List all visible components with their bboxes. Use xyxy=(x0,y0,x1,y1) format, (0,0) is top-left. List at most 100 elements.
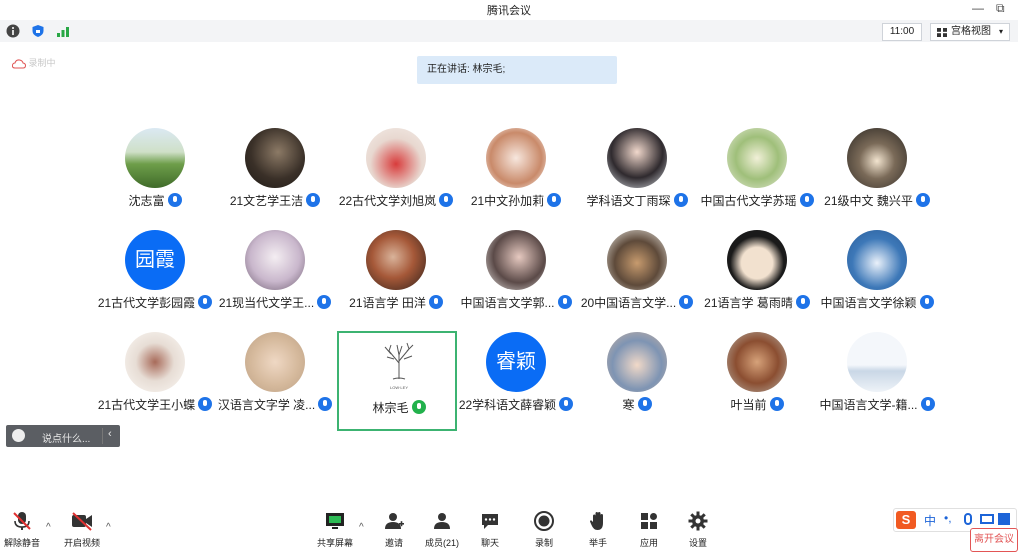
avatar xyxy=(847,332,907,392)
participant-name: 林宗毛 xyxy=(339,399,459,416)
unmute-button[interactable]: 解除静音 xyxy=(0,510,52,549)
participant-name-text: 22学科语文薛睿颖 xyxy=(458,398,557,412)
mic-icon xyxy=(317,295,332,309)
avatar: LOW·LEY xyxy=(369,335,429,395)
view-mode-label: 宫格视图 xyxy=(951,26,991,37)
collapse-chat-button[interactable]: ‹ xyxy=(108,428,112,440)
keyboard-icon[interactable] xyxy=(980,514,994,524)
participant-name: 21古代文学王小蝶 xyxy=(95,396,215,413)
add-user-icon xyxy=(385,513,404,529)
avatar xyxy=(847,230,907,290)
participant-tile[interactable]: 寒 xyxy=(577,330,697,430)
recording-indicator: 录制中 xyxy=(11,56,56,69)
restore-button[interactable]: ⧉ xyxy=(996,1,1005,16)
record-button[interactable]: 录制 xyxy=(514,510,574,549)
share-options-arrow[interactable]: ^ xyxy=(359,522,364,533)
start-video-label: 开启视频 xyxy=(63,538,100,548)
participant-name: 21语言学 葛雨晴 xyxy=(697,294,817,311)
participant-tile[interactable]: 21语言学 葛雨晴 xyxy=(697,228,817,328)
skin-icon[interactable] xyxy=(998,513,1010,525)
video-options-arrow[interactable]: ^ xyxy=(106,522,111,533)
participant-tile[interactable]: 沈志富 xyxy=(95,126,215,226)
participant-tile[interactable]: 21现当代文学王... xyxy=(215,228,335,328)
audio-options-arrow[interactable]: ^ xyxy=(46,522,51,533)
participant-name-text: 中国古代文学苏瑶 xyxy=(700,194,797,208)
gear-icon xyxy=(688,511,708,531)
speaking-text: 正在讲话: 林宗毛; xyxy=(427,64,506,75)
participant-name: 21古代文学彭园霞 xyxy=(95,294,215,311)
participant-tile[interactable]: 21级中文 魏兴平 xyxy=(817,126,937,226)
ime-language[interactable]: 中 xyxy=(924,512,936,529)
participant-name: 中国语言文学郭... xyxy=(456,294,576,311)
participant-name: 21级中文 魏兴平 xyxy=(817,192,937,209)
participant-name-text: 21古代文学彭园霞 xyxy=(97,296,196,310)
participant-tile[interactable]: 中国古代文学苏瑶 xyxy=(697,126,817,226)
chat-placeholder[interactable]: 说点什么... xyxy=(42,430,90,445)
mic-muted-icon xyxy=(13,512,31,530)
participant-tile[interactable]: 中国语言文学徐颖 xyxy=(817,228,937,328)
mic-icon xyxy=(198,397,213,411)
avatar xyxy=(125,128,185,188)
participant-tile[interactable]: 21语言学 田洋 xyxy=(336,228,456,328)
participant-name-text: 21级中文 魏兴平 xyxy=(824,194,913,208)
share-screen-label: 共享屏幕 xyxy=(316,538,353,548)
title-bar: 腾讯会议 — ⧉ xyxy=(0,0,1018,20)
mic-icon xyxy=(547,193,562,207)
participant-tile[interactable]: 21古代文学王小蝶 xyxy=(95,330,215,430)
avatar xyxy=(727,332,787,392)
avatar xyxy=(607,230,667,290)
avatar xyxy=(486,230,546,290)
participant-name-text: 21古代文学王小蝶 xyxy=(97,398,196,412)
avatar xyxy=(607,128,667,188)
participant-tile[interactable]: 学科语文丁雨琛 xyxy=(577,126,697,226)
participant-name: 22古代文学刘旭岚 xyxy=(336,192,456,209)
settings-button[interactable]: 设置 xyxy=(668,510,728,549)
minimize-button[interactable]: — xyxy=(972,1,984,15)
participant-tile[interactable]: 22古代文学刘旭岚 xyxy=(336,126,456,226)
leave-meeting-button[interactable]: 离开会议 xyxy=(970,528,1018,552)
share-screen-button[interactable]: 共享屏幕 xyxy=(305,510,365,549)
avatar xyxy=(245,230,305,290)
participant-tile[interactable]: 园霞 21古代文学彭园霞 xyxy=(95,228,215,328)
mic-icon xyxy=(411,400,426,414)
emoji-icon[interactable] xyxy=(12,429,25,442)
bottom-bar: 解除静音 ^ 开启视频 ^ 共享屏幕 ^ 邀请 成员(21) 聊天 录制 举手 … xyxy=(0,504,1018,553)
info-icon[interactable] xyxy=(6,24,20,38)
settings-label: 设置 xyxy=(688,538,707,548)
participant-name-text: 中国语言文学徐颖 xyxy=(820,296,917,310)
avatar xyxy=(727,128,787,188)
mic-icon xyxy=(559,397,574,411)
participant-tile[interactable]: LOW·LEY 林宗毛 xyxy=(337,331,457,431)
signal-icon[interactable] xyxy=(56,24,70,38)
participant-tile[interactable]: 睿颖 22学科语文薛睿颖 xyxy=(456,330,576,430)
participant-name: 21现当代文学王... xyxy=(215,294,335,311)
mic-icon[interactable] xyxy=(964,513,972,525)
chat-input-box[interactable]: 说点什么... ‹ xyxy=(6,425,120,447)
mic-icon xyxy=(557,295,572,309)
apps-label: 应用 xyxy=(639,538,658,548)
participant-name-text: 20中国语言文学... xyxy=(580,296,677,310)
participant-tile[interactable]: 中国语言文学郭... xyxy=(456,228,576,328)
participant-tile[interactable]: 21中文孙加莉 xyxy=(456,126,576,226)
ime-punctuation[interactable]: •, xyxy=(944,511,952,525)
avatar xyxy=(245,128,305,188)
participant-tile[interactable]: 叶当前 xyxy=(697,330,817,430)
participant-tile[interactable]: 中国语言文学-籍... xyxy=(817,330,937,430)
unmute-label: 解除静音 xyxy=(3,538,40,548)
participant-tile[interactable]: 汉语言文字学 凌... xyxy=(215,330,335,430)
participant-name-text: 学科语文丁雨琛 xyxy=(586,194,671,208)
participant-tile[interactable]: 20中国语言文学... xyxy=(577,228,697,328)
speaking-banner: 正在讲话: 林宗毛; xyxy=(417,56,617,84)
participant-name-text: 21现当代文学王... xyxy=(218,296,315,310)
mic-icon xyxy=(919,295,934,309)
participant-tile[interactable]: 21文艺学王洁 xyxy=(215,126,335,226)
window-title: 腾讯会议 xyxy=(487,5,531,17)
chat-button[interactable]: 聊天 xyxy=(460,510,520,549)
participant-name-text: 中国语言文学-籍... xyxy=(819,398,918,412)
participant-name: 沈志富 xyxy=(95,192,215,209)
view-mode-button[interactable]: 宫格视图 ▾ xyxy=(930,23,1010,41)
avatar xyxy=(366,128,426,188)
start-video-button[interactable]: 开启视频 xyxy=(52,510,112,549)
participant-name-text: 21语言学 田洋 xyxy=(349,296,426,310)
shield-icon[interactable] xyxy=(31,24,45,38)
